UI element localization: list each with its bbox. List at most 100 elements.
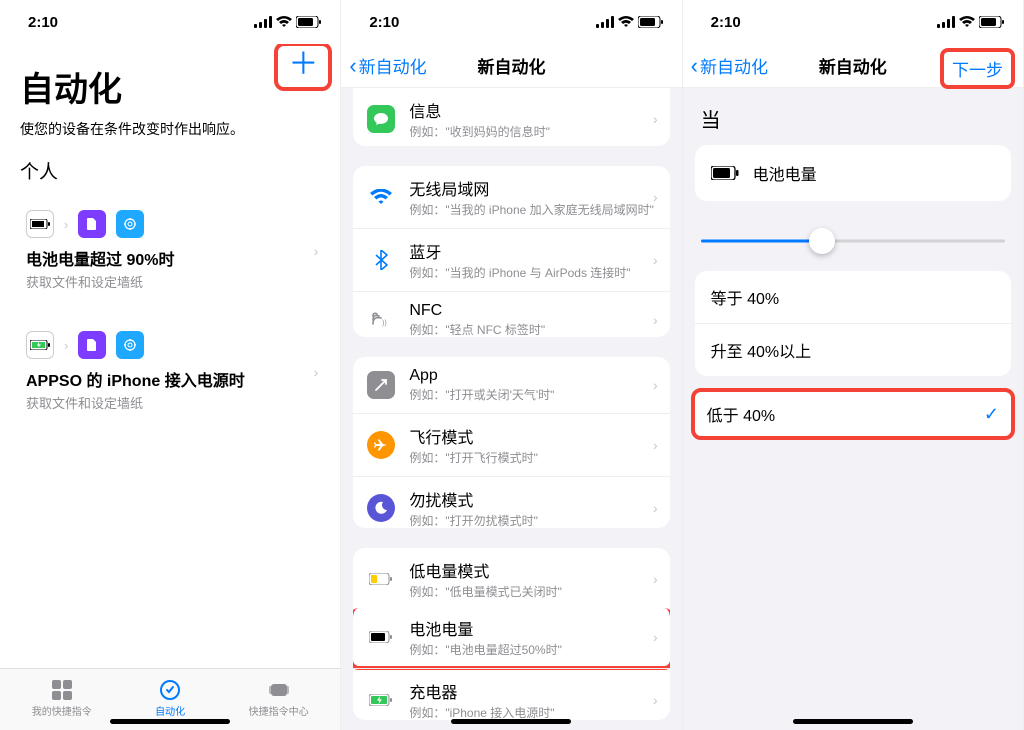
automation-card[interactable]: › 电池电量超过 90%时 获取文件和设定墙纸 › — [12, 196, 328, 305]
tab-automation[interactable]: 自动化 — [155, 679, 185, 718]
row-subtitle: 例如："打开飞行模式时" — [409, 449, 538, 466]
next-button[interactable]: 下一步 — [940, 48, 1015, 89]
charger-icon — [367, 686, 395, 714]
automation-title: 电池电量超过 90%时 — [26, 246, 314, 270]
battery-level-icon — [26, 210, 54, 238]
status-right — [937, 16, 1005, 28]
svg-text:)): )) — [382, 320, 387, 327]
status-right — [596, 16, 664, 28]
trigger-group-battery: 低电量模式 例如："低电量模式已关闭时" › 电池电量 例如："电池电量超过50… — [353, 548, 669, 720]
automation-card[interactable]: › APPSO 的 iPhone 接入电源时 获取文件和设定墙纸 › — [12, 317, 328, 426]
cellular-icon — [937, 16, 955, 28]
row-subtitle: 例如："电池电量超过50%时" — [409, 641, 562, 658]
row-title: 蓝牙 — [409, 239, 630, 263]
grid-icon — [49, 679, 75, 701]
screen-battery-config: 2:10 ‹ 新自动化 新自动化 下一步 当 电池电量 — [683, 0, 1024, 730]
chevron-left-icon: ‹ — [349, 55, 356, 77]
cellular-icon — [596, 16, 614, 28]
chevron-left-icon: ‹ — [691, 55, 698, 77]
files-action-icon — [78, 210, 106, 238]
trigger-selected-card: 电池电量 — [695, 145, 1011, 201]
wifi-icon — [618, 16, 634, 28]
row-title: 无线局域网 — [409, 176, 654, 200]
option-label: 低于 40% — [707, 402, 775, 426]
low-power-icon — [367, 565, 395, 593]
trigger-row-charger[interactable]: 充电器 例如："iPhone 接入电源时" › — [353, 668, 669, 720]
automation-icon-row: › — [26, 331, 314, 359]
row-subtitle: 例如："当我的 iPhone 加入家庭无线局域网时" — [409, 201, 654, 218]
status-time: 2:10 — [28, 14, 58, 31]
wifi-icon — [959, 16, 975, 28]
chevron-right-icon: › — [653, 437, 658, 453]
trigger-row-wifi[interactable]: 无线局域网 例如："当我的 iPhone 加入家庭无线局域网时" › — [353, 166, 669, 228]
trigger-row-battery-level-highlight[interactable]: 电池电量 例如："电池电量超过50%时" › — [353, 608, 669, 670]
slider-thumb[interactable] — [809, 228, 835, 254]
row-title: 飞行模式 — [409, 424, 538, 448]
add-automation-button[interactable]: ＋ — [288, 48, 318, 81]
automation-title: APPSO 的 iPhone 接入电源时 — [26, 367, 314, 391]
tab-gallery[interactable]: 快捷指令中心 — [249, 679, 309, 718]
nav-bar: ‹ 新自动化 新自动化 — [341, 44, 681, 88]
wallpaper-action-icon — [116, 210, 144, 238]
back-button[interactable]: ‹ 新自动化 — [691, 44, 768, 87]
row-subtitle: 例如："轻点 NFC 标签时" — [409, 321, 545, 337]
add-automation-button-highlight: ＋ — [274, 44, 332, 91]
trigger-row-message[interactable]: 信息 例如："收到妈妈的信息时" › — [353, 88, 669, 146]
automation-subtitle: 获取文件和设定墙纸 — [26, 393, 314, 412]
nav-title: 新自动化 — [819, 53, 887, 78]
chevron-right-icon: › — [653, 571, 658, 587]
arrow-icon: › — [64, 338, 68, 353]
chevron-right-icon: › — [653, 500, 658, 516]
wifi-icon — [367, 183, 395, 211]
chevron-right-icon: › — [653, 377, 658, 393]
automation-tab-icon — [157, 679, 183, 701]
airplane-icon — [367, 431, 395, 459]
option-rises-above[interactable]: 升至 40%以上 — [695, 323, 1011, 376]
back-label: 新自动化 — [359, 53, 427, 78]
row-title: 电池电量 — [409, 616, 562, 640]
cellular-icon — [254, 16, 272, 28]
slider-fill — [701, 240, 823, 243]
nfc-icon: )) — [367, 306, 395, 334]
battery-level-icon — [367, 623, 395, 651]
trigger-row-nfc[interactable]: )) NFC 例如："轻点 NFC 标签时" › — [353, 291, 669, 337]
trigger-row-app[interactable]: App 例如："打开或关闭'天气'时" › — [353, 357, 669, 413]
chevron-right-icon: › — [314, 364, 319, 380]
section-personal-label: 个人 — [0, 143, 340, 190]
message-icon — [367, 105, 395, 133]
tab-label: 快捷指令中心 — [249, 703, 309, 718]
battery-slider[interactable] — [683, 205, 1023, 263]
chevron-right-icon: › — [653, 629, 658, 645]
automation-subtitle: 获取文件和设定墙纸 — [26, 272, 314, 291]
status-bar: 2:10 — [341, 0, 681, 44]
trigger-row-bluetooth[interactable]: 蓝牙 例如："当我的 iPhone 与 AirPods 连接时" › — [353, 228, 669, 291]
back-label: 新自动化 — [700, 53, 768, 78]
trigger-selected-label: 电池电量 — [753, 161, 817, 185]
row-title: 勿扰模式 — [409, 487, 538, 511]
comparison-options: 等于 40% 升至 40%以上 — [695, 271, 1011, 376]
screen-trigger-picker: 2:10 ‹ 新自动化 新自动化 信息 例如："收到妈妈的信息时" › — [341, 0, 682, 730]
nav-bar: ‹ 新自动化 新自动化 下一步 — [683, 44, 1023, 88]
option-label: 升至 40%以上 — [711, 344, 811, 361]
trigger-row-dnd[interactable]: 勿扰模式 例如："打开勿扰模式时" › — [353, 476, 669, 528]
option-falls-below-highlight[interactable]: 低于 40% ✓ — [691, 388, 1015, 440]
trigger-row-airplane[interactable]: 飞行模式 例如："打开飞行模式时" › — [353, 413, 669, 476]
option-equals[interactable]: 等于 40% — [695, 271, 1011, 323]
option-label: 等于 40% — [711, 291, 779, 308]
trigger-row-low-power[interactable]: 低电量模式 例如："低电量模式已关闭时" › — [353, 548, 669, 610]
screen-automation-list: 2:10 ＋ 自动化 使您的设备在条件改变时作出响应。 个人 › — [0, 0, 341, 730]
header: ＋ 自动化 使您的设备在条件改变时作出响应。 — [0, 44, 340, 143]
when-label: 当 — [683, 88, 1023, 141]
back-button[interactable]: ‹ 新自动化 — [349, 44, 426, 87]
status-bar: 2:10 — [0, 0, 340, 44]
row-subtitle: 例如："打开勿扰模式时" — [409, 512, 538, 528]
tab-my-shortcuts[interactable]: 我的快捷指令 — [32, 679, 92, 718]
bluetooth-icon — [367, 246, 395, 274]
page-subtitle: 使您的设备在条件改变时作出响应。 — [20, 119, 320, 139]
battery-icon — [979, 16, 1005, 28]
home-indicator — [451, 719, 571, 724]
app-icon — [367, 371, 395, 399]
row-subtitle: 例如："打开或关闭'天气'时" — [409, 386, 554, 403]
battery-level-icon — [711, 166, 739, 180]
nav-title: 新自动化 — [477, 53, 545, 78]
